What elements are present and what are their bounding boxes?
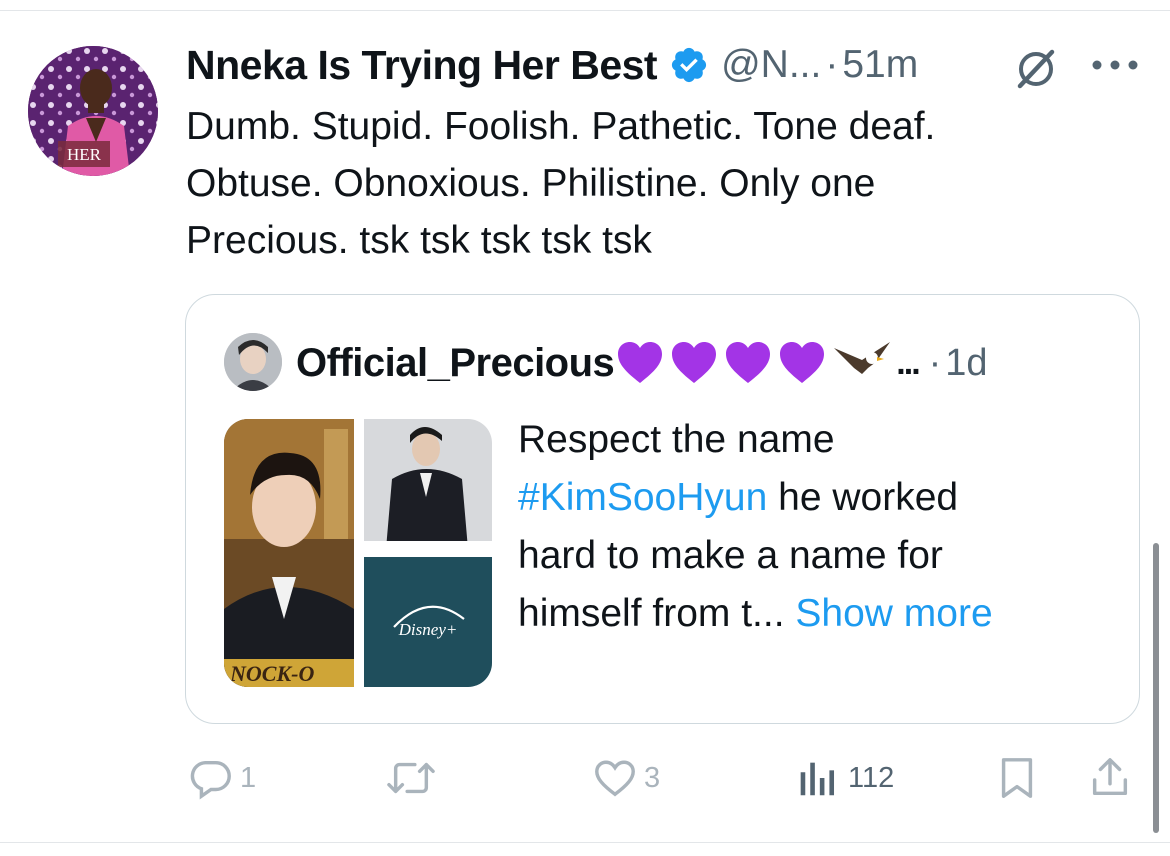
media-image-suit[interactable]	[364, 419, 492, 549]
quoted-text-line: Respect the name	[518, 418, 835, 461]
tweet-header: Nneka Is Trying Her Best @N... · 51m	[186, 40, 918, 90]
quoted-header-separator: ·	[928, 341, 942, 384]
reply-button[interactable]: 1	[188, 752, 256, 804]
bookmark-button[interactable]	[996, 752, 1038, 804]
quoted-tweet-header: Official_Precious ... · 1d	[296, 335, 988, 391]
tweet-text: Dumb. Stupid. Foolish. Pathetic. Tone de…	[186, 98, 1106, 269]
repost-button[interactable]	[386, 752, 442, 804]
author-handle[interactable]: @N...	[721, 43, 821, 87]
bookmark-icon	[1001, 758, 1033, 798]
disney-plus-logo: Disney+	[398, 620, 458, 639]
header-separator: ·	[825, 43, 839, 86]
verified-badge-icon	[671, 47, 707, 83]
like-count: 3	[644, 761, 661, 794]
purple-heart-icon	[726, 342, 771, 383]
purple-heart-icon	[780, 342, 825, 383]
views-count: 112	[848, 761, 895, 794]
quoted-text-line: himself from t...	[518, 592, 785, 635]
quoted-tweet-timestamp: 1d	[945, 341, 988, 384]
disney-plus-image[interactable]: Disney+	[364, 557, 492, 687]
tweet-action-bar: 1 3 112	[0, 752, 1170, 804]
show-more-link[interactable]: Show more	[795, 592, 992, 635]
grok-icon[interactable]	[1012, 44, 1060, 92]
hashtag-link[interactable]: #KimSooHyun	[518, 476, 767, 519]
bottom-divider	[0, 842, 1170, 856]
purple-heart-icon	[618, 342, 663, 383]
quoted-author-name[interactable]: Official_Precious	[296, 341, 615, 386]
eagle-icon	[834, 342, 891, 386]
like-button[interactable]: 3	[592, 752, 660, 804]
scrollbar-thumb[interactable]	[1153, 543, 1159, 833]
tweet-text-line: Precious. tsk tsk tsk tsk tsk	[186, 219, 652, 262]
quoted-text-line: hard to make a name for	[518, 534, 943, 577]
author-avatar[interactable]: HER	[28, 46, 158, 176]
poster-title-fragment: NOCK-O	[229, 661, 314, 686]
avatar-caption: HER	[67, 145, 102, 164]
share-button[interactable]	[1088, 752, 1132, 804]
media-image-portrait[interactable]: NOCK-O	[224, 419, 354, 687]
tweet-text-line: Obtuse. Obnoxious. Philistine. Only one	[186, 162, 876, 205]
quoted-tweet-text: Respect the name #KimSooHyun he worked h…	[518, 411, 1118, 643]
purple-heart-icon	[672, 342, 717, 383]
repost-icon	[387, 762, 435, 794]
share-icon	[1092, 758, 1128, 796]
reply-icon	[190, 760, 231, 800]
quoted-tweet-card[interactable]: Official_Precious ... · 1d NOCK-O Disney…	[185, 294, 1140, 724]
quoted-text-fragment: he worked	[767, 476, 959, 519]
quoted-tweet-media[interactable]: NOCK-O Disney+	[224, 419, 492, 687]
tweet-text-line: Dumb. Stupid. Foolish. Pathetic. Tone de…	[186, 105, 936, 148]
more-options-icon[interactable]	[1090, 58, 1140, 72]
top-divider	[0, 0, 1170, 11]
author-display-name[interactable]: Nneka Is Trying Her Best	[186, 42, 658, 89]
quoted-author-avatar[interactable]	[224, 333, 282, 391]
views-button[interactable]: 112	[796, 752, 894, 804]
like-heart-icon	[595, 760, 635, 797]
quoted-name-truncation: ...	[896, 343, 920, 382]
reply-count: 1	[240, 761, 257, 794]
views-bar-chart-icon	[800, 762, 835, 796]
tweet-timestamp[interactable]: 51m	[842, 43, 918, 87]
